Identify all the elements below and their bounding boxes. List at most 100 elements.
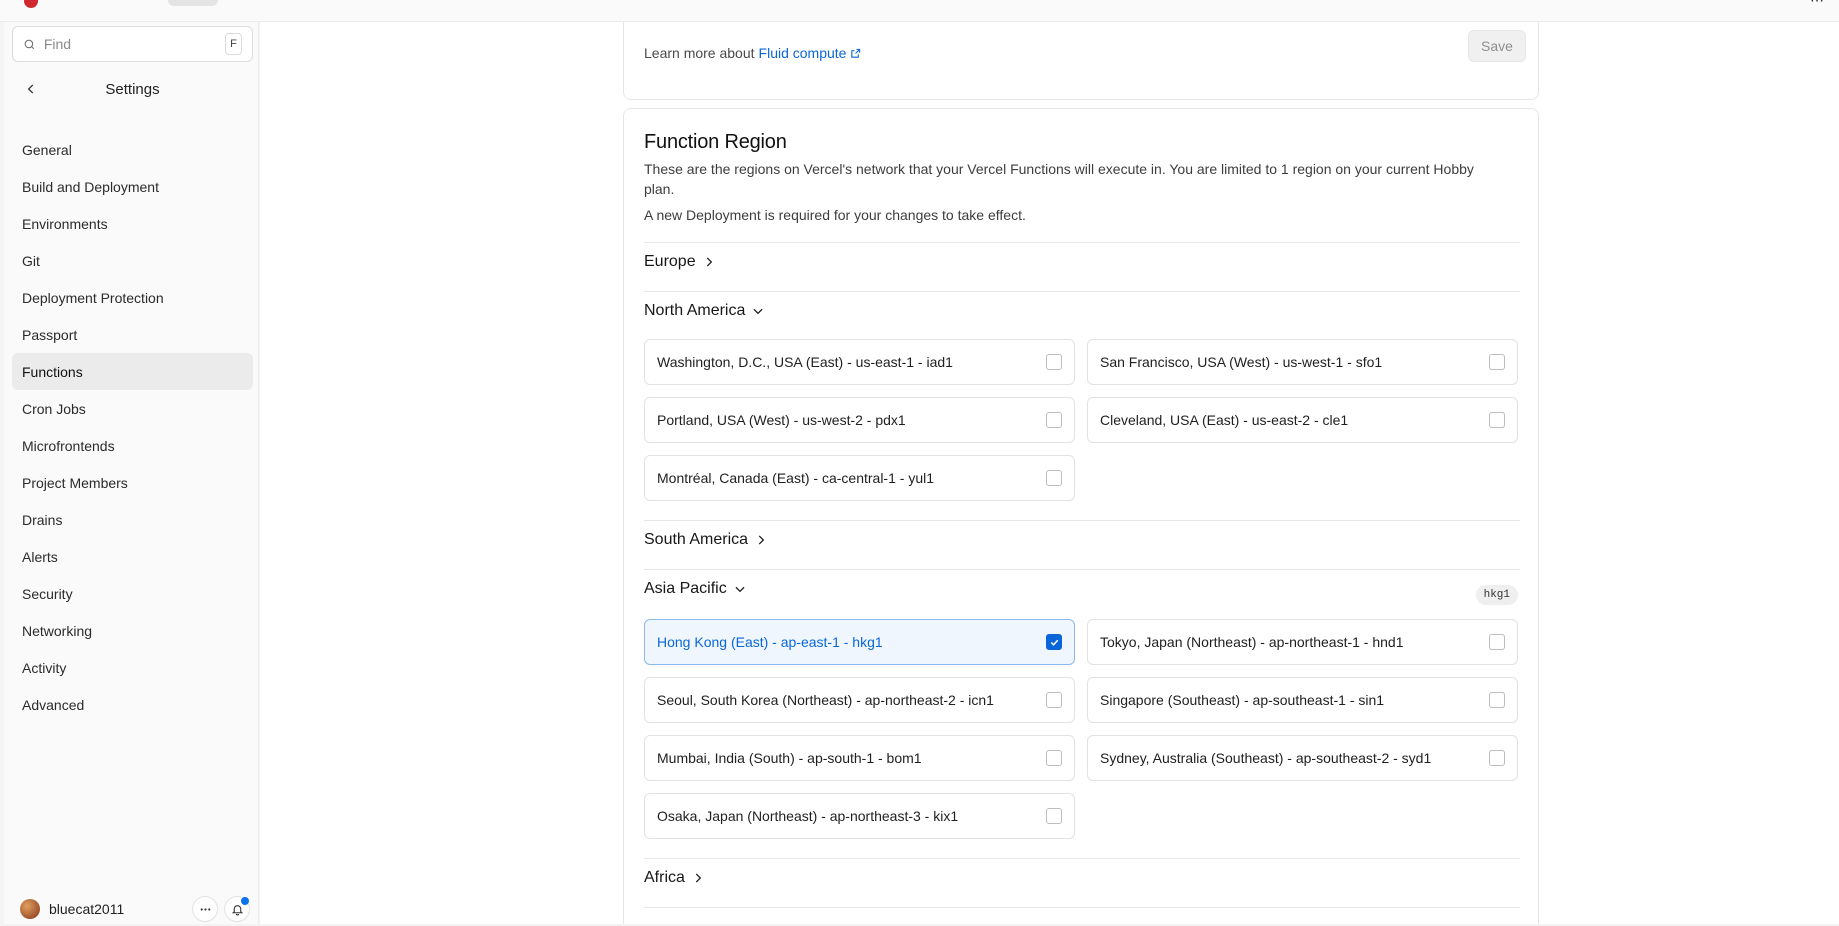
region-checkbox[interactable]	[1489, 634, 1505, 650]
section-africa[interactable]: Africa	[644, 869, 705, 887]
region-checkbox[interactable]	[1046, 750, 1062, 766]
region-option-label: Tokyo, Japan (Northeast) - ap-northeast-…	[1100, 634, 1404, 650]
section-asia-pacific[interactable]: Asia Pacific	[644, 580, 747, 598]
bell-icon	[231, 904, 243, 915]
region-checkbox[interactable]	[1046, 354, 1062, 370]
region-option-label: Mumbai, India (South) - ap-south-1 - bom…	[657, 750, 922, 766]
more-options-button[interactable]	[192, 896, 218, 922]
region-checkbox[interactable]	[1489, 354, 1505, 370]
check-icon	[1050, 639, 1058, 646]
region-option-label: Washington, D.C., USA (East) - us-east-1…	[657, 354, 953, 370]
team-avatar[interactable]	[24, 0, 38, 8]
sidebar-item-microfrontends[interactable]: Microfrontends	[12, 427, 253, 464]
settings-title: Settings	[105, 80, 160, 98]
region-checkbox[interactable]	[1489, 750, 1505, 766]
chevron-left-icon	[27, 84, 34, 94]
divider	[644, 907, 1520, 908]
more-icon[interactable]: ⋯	[1810, 0, 1825, 9]
top-bar: ⋯	[0, 0, 1839, 22]
region-option-hnd1[interactable]: Tokyo, Japan (Northeast) - ap-northeast-…	[1087, 619, 1518, 665]
user-row: bluecat2011	[20, 894, 250, 924]
region-checkbox[interactable]	[1489, 412, 1505, 428]
region-option-sin1[interactable]: Singapore (Southeast) - ap-southeast-1 -…	[1087, 677, 1518, 723]
username[interactable]: bluecat2011	[49, 901, 186, 917]
region-checkbox[interactable]	[1046, 412, 1062, 428]
region-checkbox[interactable]	[1046, 634, 1062, 650]
save-button[interactable]: Save	[1468, 30, 1526, 62]
notifications-button[interactable]	[224, 896, 250, 922]
sidebar-item-cron-jobs[interactable]: Cron Jobs	[12, 390, 253, 427]
region-option-label: Seoul, South Korea (Northeast) - ap-nort…	[657, 692, 994, 708]
sidebar-item-drains[interactable]: Drains	[12, 501, 253, 538]
region-checkbox[interactable]	[1489, 692, 1505, 708]
learn-more-prefix: Learn more about	[644, 45, 755, 61]
sidebar-item-git[interactable]: Git	[12, 242, 253, 279]
divider	[644, 242, 1520, 243]
sidebar-item-functions[interactable]: Functions	[12, 353, 253, 390]
settings-sidebar: F Settings General Build and Deployment …	[4, 22, 259, 924]
region-option-bom1[interactable]: Mumbai, India (South) - ap-south-1 - bom…	[644, 735, 1075, 781]
divider	[644, 520, 1520, 521]
sidebar-item-alerts[interactable]: Alerts	[12, 538, 253, 575]
region-option-hkg1[interactable]: Hong Kong (East) - ap-east-1 - hkg1	[644, 619, 1075, 665]
region-checkbox[interactable]	[1046, 808, 1062, 824]
sidebar-item-general[interactable]: General	[12, 131, 253, 168]
region-option-pdx1[interactable]: Portland, USA (West) - us-west-2 - pdx1	[644, 397, 1075, 443]
sidebar-item-security[interactable]: Security	[12, 575, 253, 612]
fluid-compute-link-label: Fluid compute	[758, 45, 847, 61]
function-region-description: These are the regions on Vercel's networ…	[644, 161, 1474, 197]
region-option-label: Sydney, Australia (Southeast) - ap-south…	[1100, 750, 1432, 766]
main-content: Learn more about Fluid compute Save Func…	[260, 22, 1839, 924]
search-icon	[24, 39, 35, 49]
sidebar-item-environments[interactable]: Environments	[12, 205, 253, 242]
region-option-label: Osaka, Japan (Northeast) - ap-northeast-…	[657, 808, 959, 824]
region-option-label: San Francisco, USA (West) - us-west-1 - …	[1100, 354, 1383, 370]
sidebar-item-passport[interactable]: Passport	[12, 316, 253, 353]
region-option-syd1[interactable]: Sydney, Australia (Southeast) - ap-south…	[1087, 735, 1518, 781]
chevron-down-icon	[735, 586, 745, 593]
region-option-cle1[interactable]: Cleveland, USA (East) - us-east-2 - cle1	[1087, 397, 1518, 443]
sidebar-item-project-members[interactable]: Project Members	[12, 464, 253, 501]
region-option-icn1[interactable]: Seoul, South Korea (Northeast) - ap-nort…	[644, 677, 1075, 723]
section-north-america[interactable]: North America	[644, 302, 765, 320]
region-checkbox[interactable]	[1046, 692, 1062, 708]
section-south-america-label: South America	[644, 531, 749, 548]
fluid-compute-card: Learn more about Fluid compute Save	[623, 22, 1539, 100]
find-box[interactable]: F	[12, 26, 253, 62]
sidebar-item-advanced[interactable]: Advanced	[12, 686, 253, 723]
section-europe[interactable]: Europe	[644, 253, 716, 271]
sidebar-item-deployment-protection[interactable]: Deployment Protection	[12, 279, 253, 316]
fluid-compute-link[interactable]: Fluid compute	[759, 45, 862, 61]
divider	[644, 291, 1520, 292]
chevron-right-icon	[695, 873, 702, 883]
divider	[644, 569, 1520, 570]
region-option-label: Montréal, Canada (East) - ca-central-1 -…	[657, 470, 934, 486]
avatar[interactable]	[20, 899, 40, 919]
find-input[interactable]	[43, 36, 225, 52]
external-link-icon	[851, 48, 861, 58]
region-option-label: Cleveland, USA (East) - us-east-2 - cle1	[1100, 412, 1349, 428]
settings-nav: General Build and Deployment Environment…	[12, 131, 253, 723]
notification-dot	[241, 897, 249, 905]
section-africa-label: Africa	[644, 869, 685, 886]
selected-region-badge: hkg1	[1475, 585, 1518, 605]
region-option-yul1[interactable]: Montréal, Canada (East) - ca-central-1 -…	[644, 455, 1075, 501]
region-option-iad1[interactable]: Washington, D.C., USA (East) - us-east-1…	[644, 339, 1075, 385]
region-option-label: Portland, USA (West) - us-west-2 - pdx1	[657, 412, 906, 428]
plan-pill	[168, 0, 218, 6]
sidebar-item-activity[interactable]: Activity	[12, 649, 253, 686]
find-shortcut: F	[224, 33, 242, 55]
settings-header: Settings	[12, 74, 253, 104]
back-button[interactable]	[18, 76, 44, 102]
learn-more-text: Learn more about Fluid compute	[644, 45, 861, 61]
sidebar-item-build-and-deployment[interactable]: Build and Deployment	[12, 168, 253, 205]
chevron-right-icon	[706, 257, 712, 267]
chevron-right-icon	[758, 535, 765, 545]
divider	[644, 858, 1520, 859]
region-option-label: Singapore (Southeast) - ap-southeast-1 -…	[1100, 692, 1385, 708]
sidebar-item-networking[interactable]: Networking	[12, 612, 253, 649]
section-south-america[interactable]: South America	[644, 531, 768, 549]
region-option-sfo1[interactable]: San Francisco, USA (West) - us-west-1 - …	[1087, 339, 1518, 385]
region-option-kix1[interactable]: Osaka, Japan (Northeast) - ap-northeast-…	[644, 793, 1075, 839]
region-checkbox[interactable]	[1046, 470, 1062, 486]
